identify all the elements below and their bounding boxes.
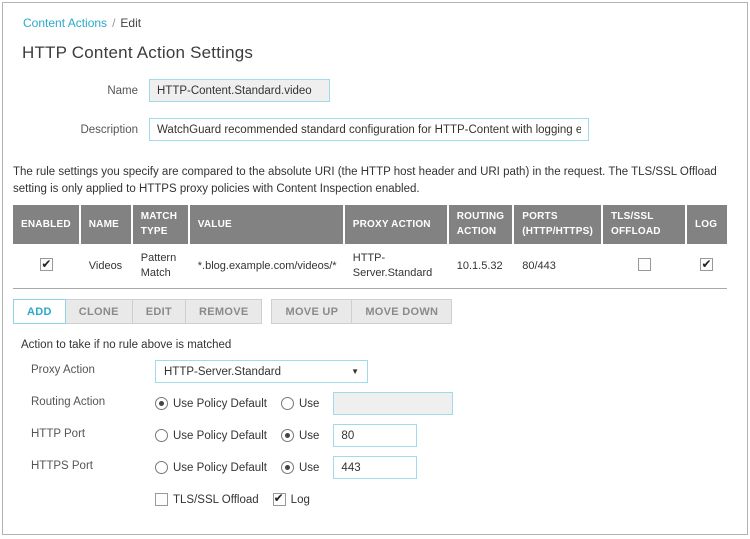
offload-log-row: TLS/SSL Offload Log xyxy=(31,488,747,511)
col-header-match-type: MATCH TYPE xyxy=(133,205,190,244)
edit-button[interactable]: EDIT xyxy=(132,299,186,324)
http-port-use-label: Use xyxy=(299,430,319,442)
col-header-proxy-action: PROXY ACTION xyxy=(345,205,449,244)
http-port-label: HTTP Port xyxy=(31,424,155,440)
chevron-down-icon: ▼ xyxy=(351,367,359,376)
intro-text: The rule settings you specify are compar… xyxy=(13,164,735,197)
log-checkbox[interactable] xyxy=(273,493,286,506)
routing-use-radio[interactable] xyxy=(281,397,294,410)
clone-button[interactable]: CLONE xyxy=(65,299,133,324)
breadcrumb-content-actions-link[interactable]: Content Actions xyxy=(23,16,107,30)
rule-match-type-cell: Pattern Match xyxy=(133,244,190,289)
breadcrumb: Content Actions / Edit xyxy=(3,3,747,30)
name-input xyxy=(149,79,330,102)
remove-button[interactable]: REMOVE xyxy=(185,299,262,324)
rule-name-cell: Videos xyxy=(81,244,133,289)
breadcrumb-current: Edit xyxy=(120,16,141,30)
description-input[interactable] xyxy=(149,118,589,141)
rule-value-cell: *.blog.example.com/videos/* xyxy=(190,244,345,289)
http-port-input[interactable] xyxy=(333,424,417,447)
breadcrumb-separator: / xyxy=(112,16,115,30)
routing-action-label: Routing Action xyxy=(31,392,155,408)
name-label: Name xyxy=(3,85,149,97)
col-header-ports: PORTS (HTTP/HTTPS) xyxy=(514,205,603,244)
rule-routing-action-cell: 10.1.5.32 xyxy=(449,244,515,289)
rule-tls-ssl-offload-checkbox[interactable] xyxy=(638,258,651,271)
table-header-row: ENABLED NAME MATCH TYPE VALUE PROXY ACTI… xyxy=(13,205,727,244)
routing-action-input xyxy=(333,392,453,415)
col-header-enabled: ENABLED xyxy=(13,205,81,244)
routing-action-row: Routing Action Use Policy Default Use xyxy=(31,392,747,415)
col-header-routing-action: ROUTING ACTION xyxy=(449,205,515,244)
description-field-row: Description xyxy=(3,118,747,141)
proxy-action-label: Proxy Action xyxy=(31,360,155,376)
content-rules-table: ENABLED NAME MATCH TYPE VALUE PROXY ACTI… xyxy=(13,205,727,289)
rule-ports-cell: 80/443 xyxy=(514,244,603,289)
http-port-use-radio[interactable] xyxy=(281,429,294,442)
no-rule-matched-label: Action to take if no rule above is match… xyxy=(21,339,747,351)
table-button-bar: ADD CLONE EDIT REMOVE MOVE UP MOVE DOWN xyxy=(13,299,747,324)
col-header-value: VALUE xyxy=(190,205,345,244)
proxy-action-row: Proxy Action HTTP-Server.Standard ▼ xyxy=(31,360,747,383)
col-header-name: NAME xyxy=(81,205,133,244)
tls-ssl-offload-checkbox[interactable] xyxy=(155,493,168,506)
table-row[interactable]: Videos Pattern Match *.blog.example.com/… xyxy=(13,244,727,289)
move-up-button[interactable]: MOVE UP xyxy=(271,299,352,324)
https-port-use-radio[interactable] xyxy=(281,461,294,474)
log-label: Log xyxy=(291,494,310,506)
https-port-label: HTTPS Port xyxy=(31,456,155,472)
name-field-row: Name xyxy=(3,79,747,102)
routing-use-policy-default-radio[interactable] xyxy=(155,397,168,410)
tls-ssl-offload-label: TLS/SSL Offload xyxy=(173,494,259,506)
rule-log-checkbox[interactable] xyxy=(700,258,713,271)
https-port-use-label: Use xyxy=(299,462,319,474)
http-port-use-policy-default-radio[interactable] xyxy=(155,429,168,442)
proxy-action-selected-value: HTTP-Server.Standard xyxy=(164,366,281,378)
https-port-use-policy-default-radio[interactable] xyxy=(155,461,168,474)
offload-log-spacer xyxy=(31,488,155,492)
rule-enabled-checkbox[interactable] xyxy=(40,258,53,271)
col-header-tls-ssl-offload: TLS/SSL OFFLOAD xyxy=(603,205,687,244)
move-down-button[interactable]: MOVE DOWN xyxy=(351,299,452,324)
http-port-use-policy-default-label: Use Policy Default xyxy=(173,430,267,442)
col-header-log: LOG xyxy=(687,205,727,244)
http-port-row: HTTP Port Use Policy Default Use xyxy=(31,424,747,447)
https-port-input[interactable] xyxy=(333,456,417,479)
https-port-use-policy-default-label: Use Policy Default xyxy=(173,462,267,474)
description-label: Description xyxy=(3,124,149,136)
add-button[interactable]: ADD xyxy=(13,299,66,324)
routing-use-label: Use xyxy=(299,398,319,410)
https-port-row: HTTPS Port Use Policy Default Use xyxy=(31,456,747,479)
page-title: HTTP Content Action Settings xyxy=(22,43,747,63)
routing-use-policy-default-label: Use Policy Default xyxy=(173,398,267,410)
proxy-action-select[interactable]: HTTP-Server.Standard ▼ xyxy=(155,360,368,383)
rule-proxy-action-cell: HTTP-Server.Standard xyxy=(345,244,449,289)
http-content-action-settings-page: Content Actions / Edit HTTP Content Action… xyxy=(2,2,748,535)
